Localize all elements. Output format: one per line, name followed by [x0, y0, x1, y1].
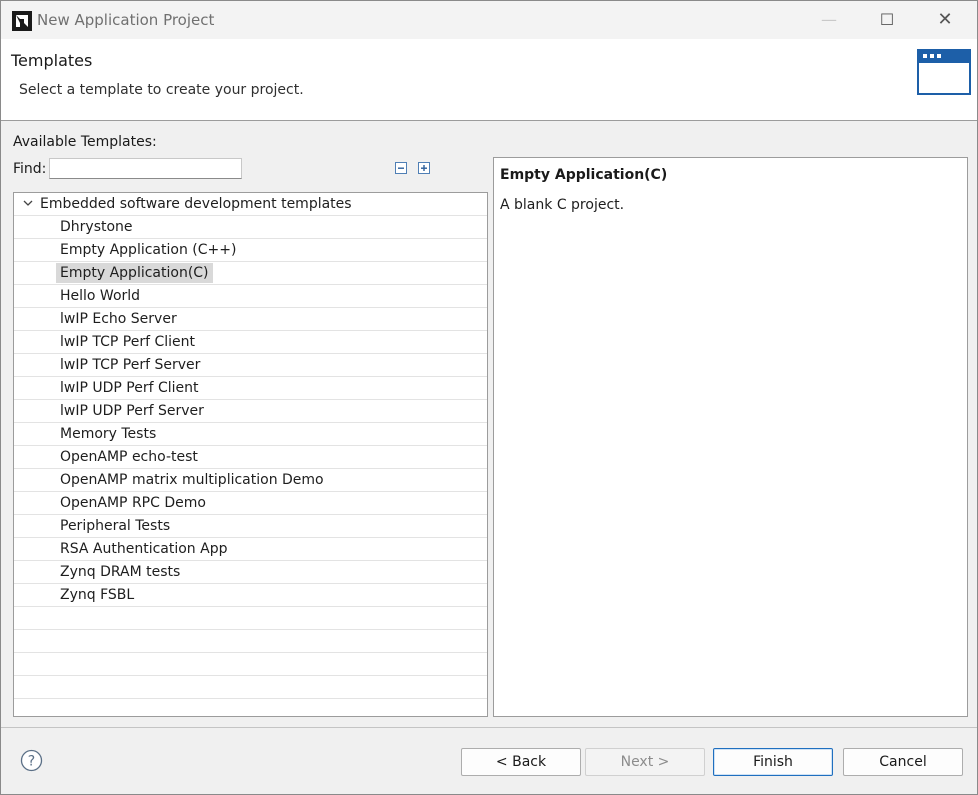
back-button[interactable]: < Back — [461, 748, 581, 776]
page-description: Select a template to create your project… — [19, 82, 304, 98]
tree-item[interactable]: Empty Application (C++) — [14, 239, 487, 262]
footer-divider — [1, 727, 977, 728]
tree-item[interactable]: Zynq FSBL — [14, 584, 487, 607]
description-text: A blank C project. — [500, 197, 625, 213]
tree-item-label: Empty Application(C) — [56, 263, 213, 283]
svg-text:?: ? — [28, 754, 35, 770]
cancel-button[interactable]: Cancel — [843, 748, 963, 776]
next-button[interactable]: Next > — [585, 748, 705, 776]
maximize-button[interactable]: ☐ — [865, 7, 909, 33]
tree-empty-row — [14, 607, 487, 630]
tree-root-row[interactable]: Embedded software development templates — [14, 193, 487, 216]
tree-item-label: Peripheral Tests — [60, 518, 171, 534]
tree-empty-row — [14, 676, 487, 699]
tree-item-label: RSA Authentication App — [60, 541, 228, 557]
tree-item-label: lwIP TCP Perf Server — [60, 357, 201, 373]
tree-item-label: OpenAMP echo-test — [60, 449, 198, 465]
minimize-button[interactable]: — — [807, 7, 851, 33]
tree-item[interactable]: Memory Tests — [14, 423, 487, 446]
tree-item[interactable]: Hello World — [14, 285, 487, 308]
available-templates-label: Available Templates: — [13, 134, 157, 150]
tree-item[interactable]: Zynq DRAM tests — [14, 561, 487, 584]
tree-item[interactable]: Empty Application(C) — [14, 262, 487, 285]
tree-item-label: Memory Tests — [60, 426, 157, 442]
tree-item-label: lwIP UDP Perf Client — [60, 380, 199, 396]
finish-button[interactable]: Finish — [713, 748, 833, 776]
tree-item-label: OpenAMP RPC Demo — [60, 495, 206, 511]
help-icon[interactable]: ? — [20, 749, 43, 772]
tree-item[interactable]: OpenAMP echo-test — [14, 446, 487, 469]
new-application-project-dialog: New Application Project — ☐ ✕ Templates … — [0, 0, 978, 795]
window-title: New Application Project — [37, 11, 215, 29]
tree-empty-row — [14, 653, 487, 676]
templates-tree[interactable]: Embedded software development templates … — [13, 192, 488, 717]
find-label: Find: — [13, 161, 47, 177]
tree-item-label: Hello World — [60, 288, 141, 304]
tree-item[interactable]: Dhrystone — [14, 216, 487, 239]
tree-item-label: lwIP UDP Perf Server — [60, 403, 204, 419]
tree-item[interactable]: lwIP UDP Perf Server — [14, 400, 487, 423]
chevron-down-icon[interactable] — [22, 197, 34, 209]
tree-item-label: Zynq DRAM tests — [60, 564, 181, 580]
description-title: Empty Application(C) — [500, 167, 668, 183]
title-bar: New Application Project — ☐ ✕ — [1, 1, 977, 39]
tree-item[interactable]: OpenAMP RPC Demo — [14, 492, 487, 515]
tree-item[interactable]: RSA Authentication App — [14, 538, 487, 561]
collapse-all-icon[interactable] — [394, 161, 408, 175]
tree-item[interactable]: lwIP UDP Perf Client — [14, 377, 487, 400]
tree-item-label: lwIP TCP Perf Client — [60, 334, 195, 350]
wizard-header: Templates Select a template to create yo… — [1, 39, 977, 121]
tree-item[interactable]: lwIP TCP Perf Server — [14, 354, 487, 377]
tree-empty-row — [14, 630, 487, 653]
tree-item-label: Empty Application (C++) — [60, 242, 237, 258]
expand-all-icon[interactable] — [417, 161, 431, 175]
page-title: Templates — [11, 51, 93, 70]
app-logo-icon — [12, 11, 32, 31]
tree-item[interactable]: lwIP Echo Server — [14, 308, 487, 331]
tree-item[interactable]: Peripheral Tests — [14, 515, 487, 538]
tree-root-label: Embedded software development templates — [40, 196, 352, 212]
tree-item-label: Dhrystone — [60, 219, 133, 235]
tree-item[interactable]: OpenAMP matrix multiplication Demo — [14, 469, 487, 492]
application-window-icon — [917, 49, 971, 95]
tree-item-label: Zynq FSBL — [60, 587, 135, 603]
tree-item-label: lwIP Echo Server — [60, 311, 177, 327]
find-input[interactable] — [49, 158, 242, 179]
close-button[interactable]: ✕ — [923, 7, 967, 33]
tree-item-label: OpenAMP matrix multiplication Demo — [60, 472, 324, 488]
tree-item[interactable]: lwIP TCP Perf Client — [14, 331, 487, 354]
template-description-panel: Empty Application(C) A blank C project. — [493, 157, 968, 717]
